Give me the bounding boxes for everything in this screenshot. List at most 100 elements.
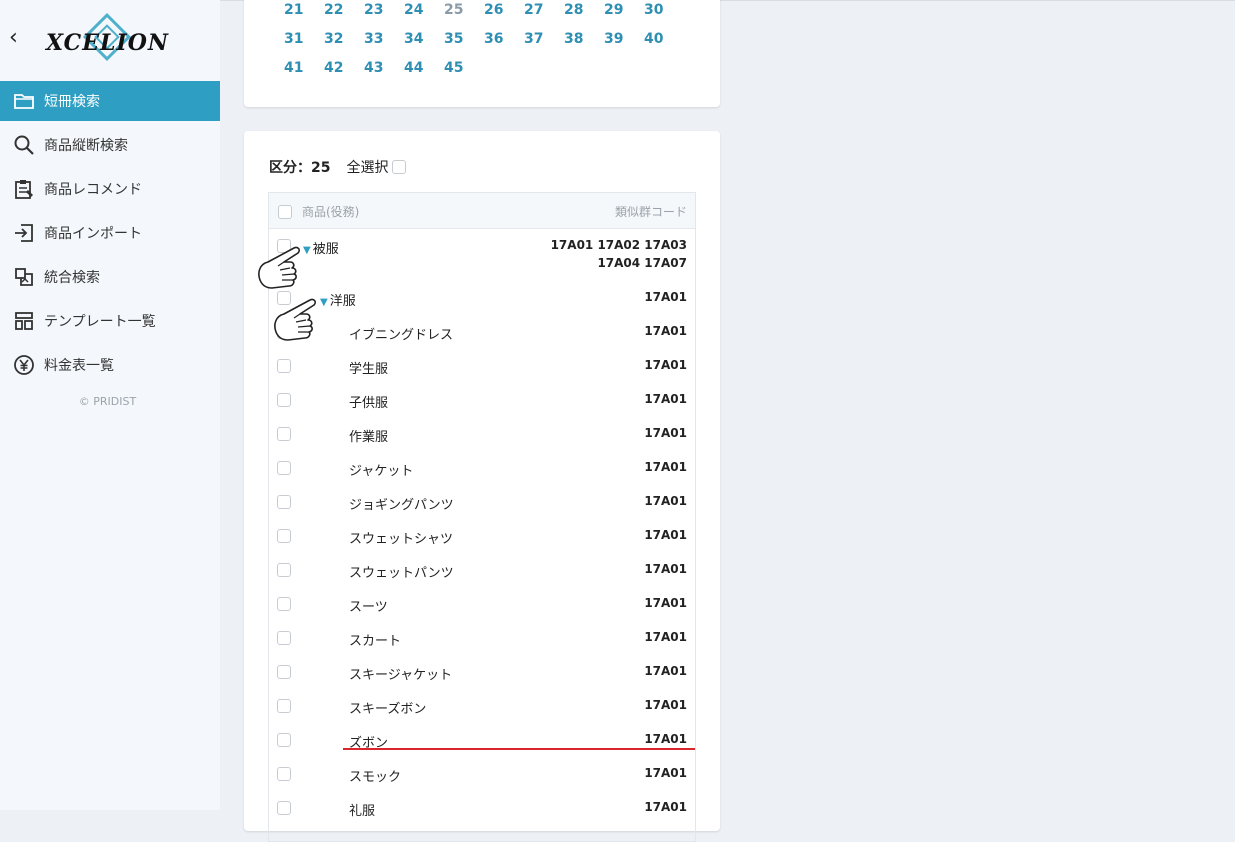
item-code: 17A01 [644, 426, 687, 440]
page-link[interactable]: 43 [364, 54, 404, 83]
page-link[interactable]: 27 [524, 0, 564, 25]
page-link[interactable]: 28 [564, 0, 604, 25]
item-code: 17A01 [644, 324, 687, 338]
sidebar-item-label: 料金表一覧 [44, 358, 114, 374]
table-row[interactable]: 学生服 17A01 [269, 349, 695, 383]
row-checkbox[interactable] [277, 733, 291, 747]
page-link[interactable]: 33 [364, 25, 404, 54]
page-link[interactable]: 31 [284, 25, 324, 54]
item-name: スモック [349, 770, 402, 785]
page-link[interactable]: 44 [404, 54, 444, 83]
row-checkbox[interactable] [277, 665, 291, 679]
sidebar-item-4[interactable]: 統合検索 [0, 257, 220, 297]
page-link[interactable]: 36 [484, 25, 524, 54]
row-checkbox[interactable] [277, 359, 291, 373]
back-chevron-icon[interactable]: ‹ [9, 27, 29, 49]
page-link[interactable]: 21 [284, 0, 324, 25]
item-name: ジョギングパンツ [349, 498, 454, 513]
sidebar-item-6[interactable]: 料金表一覧 [0, 345, 220, 385]
sidebar-item-2[interactable]: 商品レコメンド [0, 169, 220, 209]
item-code: 17A01 [644, 800, 687, 814]
row-checkbox[interactable] [277, 529, 291, 543]
row-checkbox[interactable] [277, 597, 291, 611]
page-link[interactable]: 45 [444, 54, 484, 83]
group-row-hifuku[interactable]: ▼ 被服 17A01 17A02 17A03 17A04 17A07 [269, 229, 695, 281]
page-link[interactable]: 23 [364, 0, 404, 25]
row-checkbox[interactable] [277, 393, 291, 407]
page-link[interactable]: 32 [324, 25, 364, 54]
page-link[interactable]: 40 [644, 25, 684, 54]
folder-icon [12, 89, 36, 113]
item-name: 子供服 [349, 396, 389, 411]
page-link[interactable]: 34 [404, 25, 444, 54]
select-all-checkbox[interactable] [392, 160, 407, 174]
page-link[interactable]: 37 [524, 25, 564, 54]
table-row[interactable]: スモック 17A01 [269, 757, 695, 791]
sidebar-nav: 短冊検索 商品縦断検索 商品レコメンド 商品インポート 統合検索 テンプレート一覧料金表一… [0, 81, 220, 389]
row-checkbox[interactable] [277, 495, 291, 509]
row-checkbox[interactable] [277, 767, 291, 781]
page-link[interactable]: 38 [564, 25, 604, 54]
pagination-card: 21 22 23 24 25 26 27 28 29 30 31 32 33 34 35 36 37 38 39 40… [244, 0, 720, 107]
table-row[interactable]: 子供服 17A01 [269, 383, 695, 417]
search-icon [12, 133, 36, 157]
page-link[interactable]: 24 [404, 0, 444, 25]
template-icon [12, 309, 36, 333]
row-checkbox[interactable] [277, 563, 291, 577]
column-product: 商品(役務) [302, 205, 360, 219]
item-name: イブニングドレス [349, 328, 454, 343]
table-row[interactable]: スキーズボン 17A01 [269, 689, 695, 723]
page-link[interactable]: 35 [444, 25, 484, 54]
table-row[interactable]: スーツ 17A01 [269, 587, 695, 621]
red-underline-annotation [343, 748, 695, 750]
page-row: 21 22 23 24 25 26 27 28 29 30 [284, 0, 704, 25]
sidebar-item-3[interactable]: 商品インポート [0, 213, 220, 253]
table-row[interactable]: スウェットパンツ 17A01 [269, 553, 695, 587]
sidebar-item-0[interactable]: 短冊検索 [0, 81, 220, 121]
import-icon [12, 221, 36, 245]
code-line-2: 17A04 17A07 [597, 256, 687, 270]
item-code: 17A01 [644, 460, 687, 474]
item-code: 17A01 [644, 358, 687, 372]
item-code: 17A01 [644, 596, 687, 610]
page-link[interactable]: 39 [604, 25, 644, 54]
page-link[interactable]: 41 [284, 54, 324, 83]
page-link[interactable]: 26 [484, 0, 524, 25]
page-link[interactable]: 30 [644, 0, 684, 25]
page-link[interactable]: 22 [324, 0, 364, 25]
table-row[interactable]: ジャケット 17A01 [269, 451, 695, 485]
row-checkbox[interactable] [277, 801, 291, 815]
item-code: 17A01 [644, 528, 687, 542]
sidebar-item-5[interactable]: テンプレート一覧 [0, 301, 220, 341]
group-codes: 17A01 17A02 17A03 17A04 17A07 [551, 236, 687, 272]
results-card: 区分：25 全選択 商品(役務) 類似群コード ▼ 被服 17A01 17A02 … [244, 131, 720, 842]
item-name: 作業服 [349, 430, 389, 445]
sidebar-item-1[interactable]: 商品縦断検索 [0, 125, 220, 165]
code-line-1: 17A01 17A02 17A03 [550, 238, 687, 252]
table-row[interactable]: 礼服 17A01 [269, 791, 695, 825]
header-checkbox[interactable] [278, 205, 292, 219]
row-checkbox[interactable] [277, 461, 291, 475]
item-code: 17A01 [644, 630, 687, 644]
item-name: スキージャケット [349, 668, 453, 683]
table-row[interactable]: イブニングドレス 17A01 [269, 315, 695, 349]
row-checkbox[interactable] [277, 699, 291, 713]
table-row[interactable]: スウェットシャツ 17A01 [269, 519, 695, 553]
yen-icon [12, 353, 36, 377]
logo[interactable]: XCELION [44, 12, 174, 68]
table-row[interactable]: スカート 17A01 [269, 621, 695, 655]
group-label: 被服 [312, 242, 339, 257]
row-checkbox[interactable] [277, 427, 291, 441]
item-name: ジャケット [349, 464, 414, 479]
row-checkbox[interactable] [277, 631, 291, 645]
page-link[interactable]: 29 [604, 0, 644, 25]
table-row[interactable]: 作業服 17A01 [269, 417, 695, 451]
page-link[interactable]: 25 [444, 0, 484, 25]
table-row[interactable]: ジョギングパンツ 17A01 [269, 485, 695, 519]
item-name: スウェットパンツ [349, 566, 454, 581]
group-row-youfuku[interactable]: ▼ 洋服 17A01 [269, 281, 695, 315]
page-link[interactable]: 42 [324, 54, 364, 83]
item-name: スカート [349, 634, 402, 649]
table-row[interactable]: スキージャケット 17A01 [269, 655, 695, 689]
table-row[interactable]: ズボン 17A01 [269, 723, 695, 757]
